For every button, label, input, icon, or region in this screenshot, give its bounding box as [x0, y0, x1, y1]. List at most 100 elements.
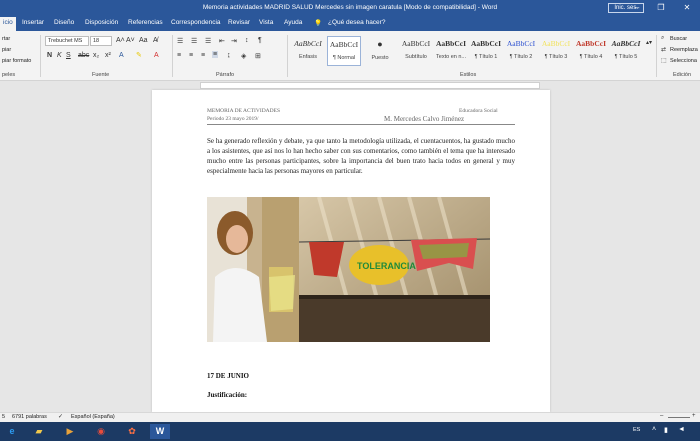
- align-center-icon[interactable]: ≡: [189, 52, 193, 59]
- style-heading-3[interactable]: AaBbCcI ¶ Título 3: [539, 36, 573, 66]
- font-size-select[interactable]: 18: [90, 36, 112, 46]
- input-language[interactable]: ES: [633, 427, 640, 433]
- word-count[interactable]: 6791 palabras: [12, 414, 47, 420]
- volume-icon[interactable]: ◄: [678, 426, 685, 433]
- superscript-icon[interactable]: x²: [105, 52, 111, 59]
- align-right-icon[interactable]: ≡: [201, 52, 205, 59]
- tab-insertar[interactable]: Insertar: [22, 19, 44, 26]
- tab-vista[interactable]: Vista: [259, 19, 273, 26]
- style-heading-1[interactable]: AaBbCcI ¶ Título 1: [469, 36, 503, 66]
- bullets-icon[interactable]: ☰: [177, 37, 183, 45]
- style-name: ¶ Título 3: [544, 54, 568, 60]
- edge-icon[interactable]: e: [2, 424, 22, 439]
- minimize-button[interactable]: –: [630, 2, 644, 14]
- style-heading-4[interactable]: AaBbCcI ¶ Título 4: [574, 36, 608, 66]
- style-sample: AaBbCcI: [401, 39, 431, 48]
- style-sample: AaBbCcI: [506, 39, 536, 48]
- change-case-icon[interactable]: Aa: [139, 37, 148, 44]
- line-spacing-icon[interactable]: ↨: [227, 52, 231, 59]
- system-tray-icon[interactable]: ˄: [652, 426, 656, 433]
- header-rule: [207, 124, 515, 125]
- tell-me-input[interactable]: ¿Qué desea hacer?: [328, 19, 385, 26]
- increase-indent-icon[interactable]: ⇥: [231, 37, 237, 45]
- status-bar: 5 6791 palabras ✓ Español (España) – +: [0, 412, 700, 422]
- shading-icon[interactable]: ◈: [241, 52, 246, 60]
- italic-icon[interactable]: K: [57, 52, 62, 59]
- tab-diseno[interactable]: Diseño: [54, 19, 74, 26]
- select-button[interactable]: Selecciona: [670, 58, 697, 64]
- style-puesto[interactable]: ● Puesto: [363, 36, 397, 66]
- ribbon-separator: [172, 35, 173, 77]
- highlight-icon[interactable]: ✎: [136, 51, 142, 59]
- document-page[interactable]: MEMORIA DE ACTIVIDADES Periodo 23 mayo 2…: [152, 90, 550, 412]
- multilevel-list-icon[interactable]: ☰: [205, 37, 211, 45]
- bold-icon[interactable]: N: [47, 52, 52, 59]
- media-player-icon[interactable]: ▶: [60, 424, 80, 439]
- strikethrough-icon[interactable]: abc: [78, 52, 89, 59]
- style-sample: ●: [377, 39, 383, 49]
- underline-icon[interactable]: S: [66, 52, 71, 59]
- style-text-bold[interactable]: AaBbCcI Texto en n...: [434, 36, 468, 66]
- tab-ayuda[interactable]: Ayuda: [284, 19, 302, 26]
- text-effects-icon[interactable]: A: [119, 52, 124, 59]
- copy-button[interactable]: piar: [2, 47, 11, 53]
- select-icon: ⬚: [661, 58, 667, 64]
- style-subtitle[interactable]: AaBbCcI Subtítulo: [399, 36, 433, 66]
- tab-inicio[interactable]: icio: [0, 17, 16, 31]
- style-sample: AaBbCcI: [611, 39, 641, 48]
- horizontal-ruler[interactable]: [0, 81, 700, 90]
- section-date-heading: 17 DE JUNIO: [207, 372, 250, 380]
- language-indicator[interactable]: Español (España): [71, 414, 115, 420]
- sort-icon[interactable]: ↕: [245, 37, 249, 44]
- align-left-icon[interactable]: ≡: [177, 52, 181, 59]
- network-icon[interactable]: ▮: [664, 426, 668, 434]
- ribbon-separator: [287, 35, 288, 77]
- style-heading-5[interactable]: AaBbCcI ¶ Título 5: [609, 36, 643, 66]
- shrink-font-icon[interactable]: A˅: [126, 37, 135, 44]
- section-justification-heading: Justificación:: [207, 391, 248, 399]
- restore-button[interactable]: ❐: [654, 2, 668, 14]
- ribbon-separator: [656, 35, 657, 77]
- font-color-icon[interactable]: A: [154, 52, 159, 59]
- word-taskbar-icon[interactable]: W: [150, 424, 170, 439]
- justify-icon[interactable]: ≡: [212, 51, 219, 58]
- grow-font-icon[interactable]: A˄: [116, 37, 125, 44]
- banner-text: TOLERANCIA: [357, 261, 416, 271]
- styles-group-label: Estilos: [460, 72, 477, 78]
- tab-referencias[interactable]: Referencias: [128, 19, 163, 26]
- borders-icon[interactable]: ⊞: [255, 52, 261, 60]
- style-name: ¶ Título 4: [579, 54, 603, 60]
- numbering-icon[interactable]: ☰: [191, 37, 197, 45]
- style-sample: AaBbCcI: [435, 39, 466, 48]
- proofing-icon[interactable]: ✓: [58, 413, 63, 420]
- replace-button[interactable]: Reemplaza: [670, 47, 698, 53]
- style-emphasis[interactable]: AaBbCcI Énfasis: [291, 36, 325, 66]
- zoom-in-icon[interactable]: +: [692, 413, 696, 419]
- subscript-icon[interactable]: x₂: [93, 52, 99, 59]
- chrome-icon[interactable]: ◉: [91, 424, 111, 439]
- clear-format-icon[interactable]: A̸: [153, 37, 158, 44]
- tab-correspondencia[interactable]: Correspondencia: [171, 19, 221, 26]
- decrease-indent-icon[interactable]: ⇤: [219, 37, 225, 45]
- page-indicator[interactable]: 5: [2, 414, 5, 420]
- tab-revisar[interactable]: Revisar: [228, 19, 250, 26]
- style-name: Subtítulo: [405, 54, 427, 60]
- app-icon[interactable]: ✿: [122, 424, 142, 439]
- ribbon-separator: [40, 35, 41, 77]
- find-button[interactable]: Buscar: [670, 36, 687, 42]
- zoom-out-icon[interactable]: –: [660, 413, 663, 419]
- format-painter-button[interactable]: piar formato: [2, 58, 31, 64]
- style-normal[interactable]: AaBbCcI ¶ Normal: [327, 36, 361, 66]
- styles-scroll-icon[interactable]: ▴▾: [646, 39, 652, 46]
- tab-disposicion[interactable]: Disposición: [85, 19, 118, 26]
- pilcrow-icon[interactable]: ¶: [258, 37, 262, 44]
- window-title: Memoria actividades MADRID SALUD Mercede…: [202, 4, 498, 11]
- style-heading-2[interactable]: AaBbCcI ¶ Título 2: [504, 36, 538, 66]
- close-button[interactable]: ✕: [680, 2, 694, 14]
- font-family-select[interactable]: Trebuchet MS: [45, 36, 89, 46]
- style-sample: AaBbCcI: [541, 39, 571, 48]
- style-name: Puesto: [371, 55, 389, 61]
- folder-icon[interactable]: ▰: [29, 424, 49, 439]
- cut-button[interactable]: rtar: [2, 36, 10, 42]
- zoom-slider[interactable]: [668, 417, 690, 418]
